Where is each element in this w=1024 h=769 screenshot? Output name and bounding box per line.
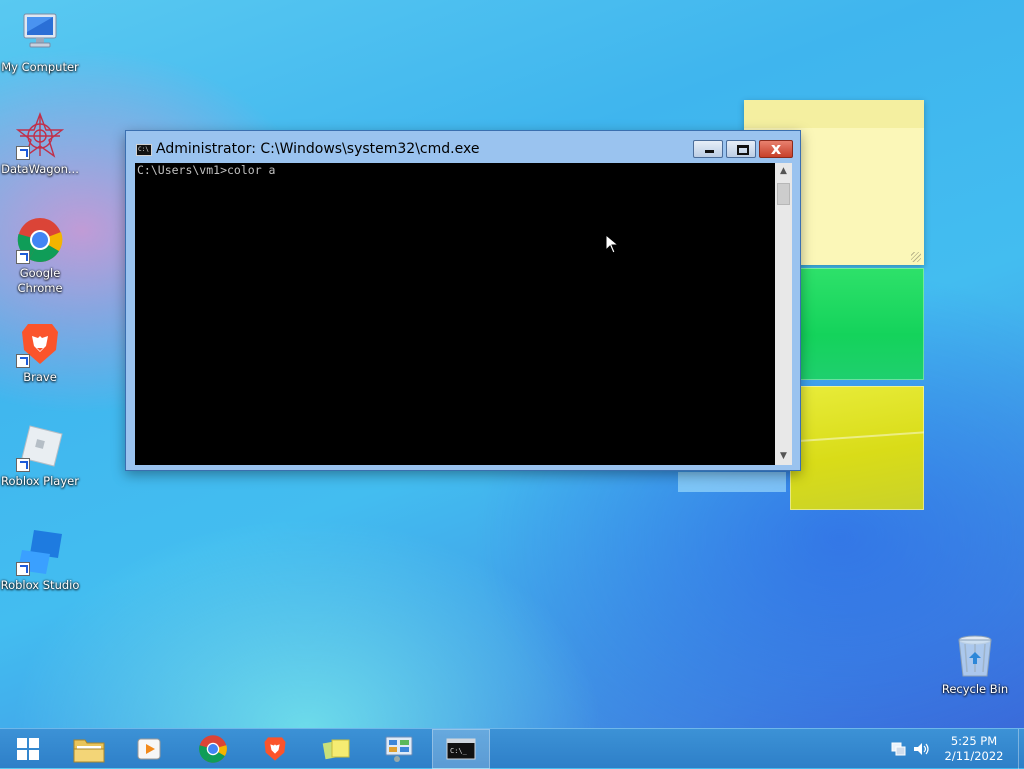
desktop-icon-label: Roblox Player bbox=[1, 474, 79, 488]
scrollbar-thumb[interactable] bbox=[777, 183, 790, 205]
taskbar-sticky-notes[interactable] bbox=[308, 729, 366, 769]
wallpaper-green-tile bbox=[800, 268, 924, 380]
show-desktop-button[interactable] bbox=[1018, 729, 1024, 769]
svg-text:C:\_: C:\_ bbox=[450, 747, 468, 755]
wallpaper-yellow-tile bbox=[790, 386, 924, 510]
cmd-app-icon: C:\ bbox=[136, 144, 152, 156]
clock-time: 5:25 PM bbox=[950, 734, 998, 748]
console-scrollbar[interactable]: ▲ ▼ bbox=[775, 163, 792, 465]
taskbar-google-chrome[interactable] bbox=[184, 729, 242, 769]
taskbar-media-player[interactable] bbox=[120, 729, 178, 769]
media-player-icon bbox=[137, 738, 161, 760]
shortcut-arrow-icon bbox=[16, 146, 30, 160]
minimize-button[interactable] bbox=[693, 140, 723, 158]
taskbar-command-prompt[interactable]: C:\_ bbox=[432, 729, 490, 769]
shortcut-arrow-icon bbox=[16, 250, 30, 264]
desktop-icon-brave[interactable]: Brave bbox=[0, 320, 80, 385]
folder-icon bbox=[73, 739, 105, 763]
shortcut-arrow-icon bbox=[16, 354, 30, 368]
cmd-window[interactable]: C:\ Administrator: C:\Windows\system32\c… bbox=[125, 130, 801, 471]
mouse-cursor-icon bbox=[605, 234, 620, 254]
computer-icon bbox=[16, 10, 64, 58]
taskbar-control-panel[interactable] bbox=[370, 729, 428, 769]
close-button[interactable]: x bbox=[759, 139, 793, 158]
brave-lion-icon bbox=[264, 737, 286, 761]
desktop-icon-datawagon[interactable]: DataWagon... bbox=[0, 112, 80, 177]
desktop-icon-label: DataWagon... bbox=[1, 162, 79, 176]
start-button[interactable] bbox=[0, 729, 56, 769]
cmd-titlebar[interactable]: C:\ Administrator: C:\Windows\system32\c… bbox=[126, 131, 800, 163]
console-output[interactable]: C:\Users\vm1>color a bbox=[135, 163, 775, 465]
scroll-up-arrow-icon[interactable]: ▲ bbox=[775, 163, 792, 180]
clock-date: 2/11/2022 bbox=[944, 749, 1004, 763]
taskbar-brave[interactable] bbox=[246, 729, 304, 769]
datawagon-icon bbox=[15, 112, 65, 160]
chrome-icon bbox=[16, 216, 64, 264]
recycle-bin-icon bbox=[951, 632, 999, 680]
taskbar-file-explorer[interactable] bbox=[60, 729, 118, 769]
desktop-icon-label: Brave bbox=[23, 370, 57, 384]
brave-lion-icon bbox=[16, 320, 64, 368]
shortcut-arrow-icon bbox=[16, 562, 30, 576]
close-icon: x bbox=[770, 139, 782, 158]
roblox-player-icon bbox=[16, 424, 64, 472]
taskbar-clock[interactable]: 5:25 PM 2/11/2022 bbox=[934, 734, 1014, 764]
sticky-notes-icon bbox=[322, 739, 350, 760]
network-icon[interactable] bbox=[891, 741, 907, 757]
chrome-icon bbox=[199, 735, 227, 763]
desktop-icon-roblox-studio[interactable]: Roblox Studio bbox=[0, 528, 80, 593]
taskbar: C:\_ 5:25 PM 2/11/2022 bbox=[0, 728, 1024, 769]
desktop-icon-my-computer[interactable]: My Computer bbox=[0, 10, 80, 75]
desktop-icon-label: My Computer bbox=[1, 60, 79, 74]
cmd-window-title: Administrator: C:\Windows\system32\cmd.e… bbox=[156, 141, 480, 157]
system-tray bbox=[888, 729, 932, 769]
roblox-studio-icon bbox=[16, 528, 64, 576]
wallpaper-blue-tile bbox=[678, 472, 786, 492]
shortcut-arrow-icon bbox=[16, 458, 30, 472]
scroll-down-arrow-icon[interactable]: ▼ bbox=[775, 448, 792, 465]
control-panel-icon bbox=[385, 736, 413, 762]
desktop-icon-label: Roblox Studio bbox=[0, 578, 80, 592]
desktop-icon-google-chrome[interactable]: Google Chrome bbox=[0, 216, 80, 296]
desktop-icon-roblox-player[interactable]: Roblox Player bbox=[0, 424, 80, 489]
windows-logo-icon bbox=[17, 738, 39, 760]
desktop-icon-label: Recycle Bin bbox=[941, 682, 1009, 696]
maximize-button[interactable] bbox=[726, 140, 756, 158]
desktop-icon-label: Google Chrome bbox=[17, 266, 63, 295]
desktop-icon-recycle-bin[interactable]: Recycle Bin bbox=[935, 632, 1015, 697]
volume-icon[interactable] bbox=[912, 741, 930, 757]
cmd-icon: C:\_ bbox=[446, 738, 476, 760]
